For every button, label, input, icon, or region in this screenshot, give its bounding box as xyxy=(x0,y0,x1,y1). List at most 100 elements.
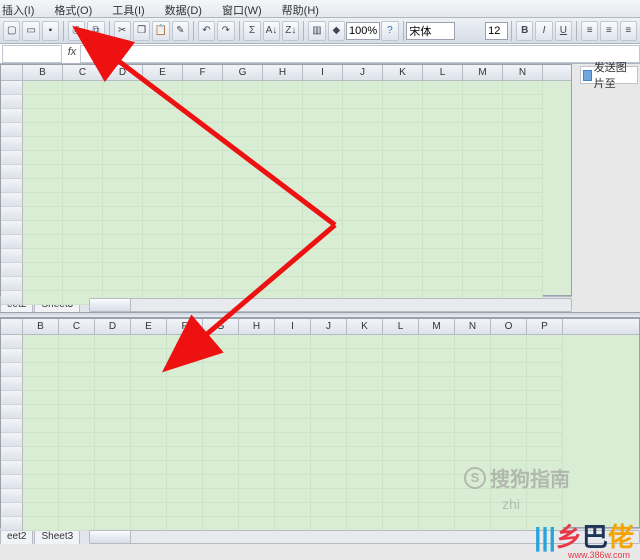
cell[interactable] xyxy=(275,419,311,433)
cell[interactable] xyxy=(167,503,203,517)
cell[interactable] xyxy=(303,123,343,137)
cell[interactable] xyxy=(131,447,167,461)
cell[interactable] xyxy=(263,277,303,291)
cell[interactable] xyxy=(347,363,383,377)
cell[interactable] xyxy=(223,207,263,221)
cell[interactable] xyxy=(95,503,131,517)
cell[interactable] xyxy=(503,179,543,193)
cell[interactable] xyxy=(203,363,239,377)
redo-icon[interactable]: ↷ xyxy=(217,21,234,41)
cell[interactable] xyxy=(59,349,95,363)
cell[interactable] xyxy=(275,335,311,349)
cell[interactable] xyxy=(491,363,527,377)
row-header[interactable] xyxy=(1,165,23,179)
cell[interactable] xyxy=(491,391,527,405)
cell[interactable] xyxy=(527,349,563,363)
cell[interactable] xyxy=(183,81,223,95)
cell[interactable] xyxy=(423,207,463,221)
cell[interactable] xyxy=(275,447,311,461)
cell[interactable] xyxy=(343,109,383,123)
cell[interactable] xyxy=(223,123,263,137)
save-icon[interactable]: ▪ xyxy=(42,21,59,41)
menu-data[interactable]: 数据(D) xyxy=(165,2,212,17)
column-header[interactable]: M xyxy=(419,319,455,334)
cell[interactable] xyxy=(423,151,463,165)
cell[interactable] xyxy=(143,109,183,123)
cell[interactable] xyxy=(239,433,275,447)
cell[interactable] xyxy=(503,81,543,95)
column-header[interactable]: I xyxy=(303,65,343,80)
cell[interactable] xyxy=(143,221,183,235)
cell[interactable] xyxy=(23,193,63,207)
cell[interactable] xyxy=(263,207,303,221)
cell[interactable] xyxy=(223,249,263,263)
cell[interactable] xyxy=(419,475,455,489)
cell[interactable] xyxy=(503,95,543,109)
cell[interactable] xyxy=(143,123,183,137)
cell[interactable] xyxy=(527,405,563,419)
cell[interactable] xyxy=(463,95,503,109)
column-header[interactable]: B xyxy=(23,65,63,80)
row-header[interactable] xyxy=(1,137,23,151)
column-header[interactable]: G xyxy=(203,319,239,334)
cell[interactable] xyxy=(95,405,131,419)
cell[interactable] xyxy=(223,235,263,249)
cell[interactable] xyxy=(95,419,131,433)
cell[interactable] xyxy=(527,419,563,433)
cell[interactable] xyxy=(503,263,543,277)
cell[interactable] xyxy=(223,179,263,193)
cell[interactable] xyxy=(311,461,347,475)
cell[interactable] xyxy=(347,503,383,517)
cell[interactable] xyxy=(275,489,311,503)
row-header[interactable] xyxy=(1,277,23,291)
cell[interactable] xyxy=(503,193,543,207)
cell[interactable] xyxy=(23,207,63,221)
cell[interactable] xyxy=(23,81,63,95)
cell[interactable] xyxy=(303,137,343,151)
cell[interactable] xyxy=(23,517,59,531)
cell[interactable] xyxy=(183,179,223,193)
cell[interactable] xyxy=(383,405,419,419)
cell[interactable] xyxy=(491,433,527,447)
cell[interactable] xyxy=(23,363,59,377)
cell[interactable] xyxy=(167,363,203,377)
cell[interactable] xyxy=(95,461,131,475)
zoom-combo[interactable]: 100% xyxy=(346,22,380,40)
cell[interactable] xyxy=(23,489,59,503)
help-icon[interactable]: ? xyxy=(381,21,398,41)
cell[interactable] xyxy=(239,461,275,475)
menu-window[interactable]: 窗口(W) xyxy=(222,2,272,17)
cell[interactable] xyxy=(103,123,143,137)
row-header[interactable] xyxy=(1,489,23,503)
cell[interactable] xyxy=(455,391,491,405)
cell[interactable] xyxy=(423,235,463,249)
cell[interactable] xyxy=(59,335,95,349)
cell[interactable] xyxy=(383,391,419,405)
formula-input[interactable] xyxy=(80,45,640,63)
cell[interactable] xyxy=(183,193,223,207)
underline-button[interactable]: U xyxy=(555,21,572,41)
cell[interactable] xyxy=(383,447,419,461)
column-header[interactable]: N xyxy=(503,65,543,80)
align-left-icon[interactable]: ≡ xyxy=(581,21,598,41)
cell[interactable] xyxy=(23,123,63,137)
fx-icon[interactable]: fx xyxy=(64,46,80,62)
cell[interactable] xyxy=(275,475,311,489)
cell[interactable] xyxy=(491,447,527,461)
cell[interactable] xyxy=(311,419,347,433)
cell[interactable] xyxy=(203,391,239,405)
autosum-icon[interactable]: Σ xyxy=(243,21,260,41)
cell[interactable] xyxy=(23,179,63,193)
cell[interactable] xyxy=(103,235,143,249)
cell[interactable] xyxy=(423,179,463,193)
cell[interactable] xyxy=(343,137,383,151)
cell[interactable] xyxy=(303,207,343,221)
cell[interactable] xyxy=(491,517,527,531)
cell[interactable] xyxy=(491,349,527,363)
cell[interactable] xyxy=(311,335,347,349)
cell[interactable] xyxy=(103,207,143,221)
cell[interactable] xyxy=(423,277,463,291)
column-header[interactable]: B xyxy=(23,319,59,334)
cell[interactable] xyxy=(131,475,167,489)
cell[interactable] xyxy=(303,249,343,263)
